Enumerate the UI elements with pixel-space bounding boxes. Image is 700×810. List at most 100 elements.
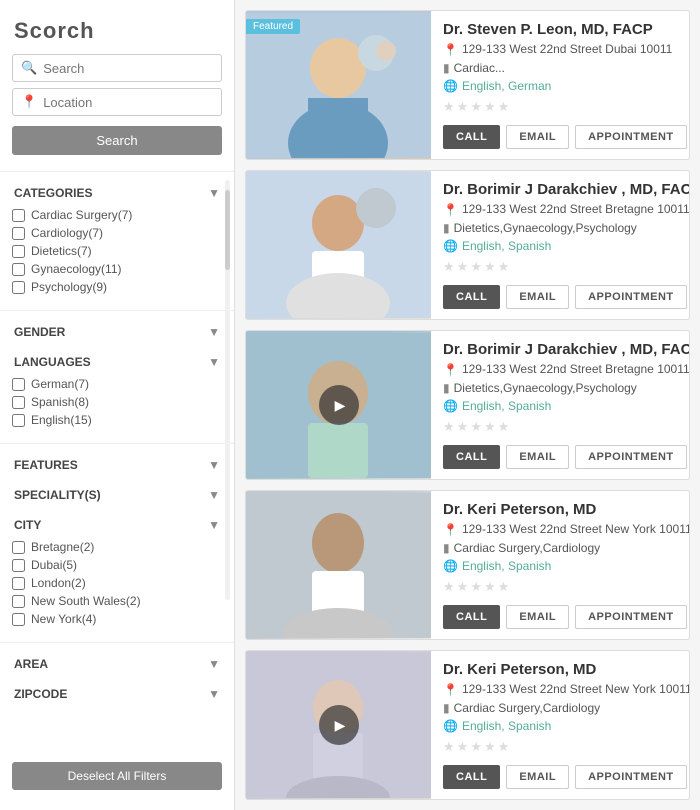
list-item[interactable]: New York(4)	[12, 612, 220, 626]
call-button[interactable]: CALL	[443, 445, 500, 469]
doctor-language: 🌐 English, Spanish	[443, 239, 690, 253]
spanish-checkbox[interactable]	[12, 396, 25, 409]
star-5: ★	[498, 419, 510, 435]
city-chevron: ▼	[208, 518, 220, 532]
list-item[interactable]: Cardiology(7)	[12, 226, 220, 240]
doctor-address: 📍 129-133 West 22nd Street Dubai 10011	[443, 42, 690, 57]
categories-label: CATEGORIES	[14, 186, 92, 200]
doctor-language: 🌐 English, Spanish	[443, 399, 690, 413]
email-button[interactable]: EMAIL	[506, 765, 569, 789]
appointment-button[interactable]: APPOINTMENT	[575, 125, 687, 149]
email-button[interactable]: EMAIL	[506, 605, 569, 629]
list-item[interactable]: Bretagne(2)	[12, 540, 220, 554]
email-button[interactable]: EMAIL	[506, 285, 569, 309]
london-label: London(2)	[31, 576, 86, 590]
speciality-section-header[interactable]: SPECIALITY(S) ▼	[0, 478, 234, 508]
tag-icon: ▮	[443, 381, 450, 395]
search-box[interactable]: 🔍	[12, 54, 222, 82]
bretagne-checkbox[interactable]	[12, 541, 25, 554]
list-item[interactable]: Psychology(9)	[12, 280, 220, 294]
area-label: AREA	[14, 657, 48, 671]
city-section-header[interactable]: CITY ▼	[0, 508, 234, 538]
doctor-language: 🌐 English, Spanish	[443, 559, 690, 573]
doctor-specialty: ▮ Dietetics,Gynaecology,Psychology	[443, 221, 690, 235]
star-2: ★	[457, 579, 469, 595]
bretagne-label: Bretagne(2)	[31, 540, 94, 554]
list-item[interactable]: Cardiac Surgery(7)	[12, 208, 220, 222]
doctor-photo	[246, 651, 431, 799]
globe-icon: 🌐	[443, 399, 458, 413]
call-button[interactable]: CALL	[443, 125, 500, 149]
cardiac-surgery-checkbox[interactable]	[12, 209, 25, 222]
doctor-card: Dr. Borimir J Darakchiev , MD, FACP 📍 12…	[245, 170, 690, 320]
cardiology-checkbox[interactable]	[12, 227, 25, 240]
appointment-button[interactable]: APPOINTMENT	[575, 605, 687, 629]
list-item[interactable]: London(2)	[12, 576, 220, 590]
list-item[interactable]: Spanish(8)	[12, 395, 220, 409]
categories-chevron: ▼	[208, 186, 220, 200]
list-item[interactable]: German(7)	[12, 377, 220, 391]
area-section-header[interactable]: AREA ▼	[0, 647, 234, 677]
features-section-header[interactable]: FEATURES ▼	[0, 448, 234, 478]
new-south-wales-checkbox[interactable]	[12, 595, 25, 608]
scrollbar-thumb[interactable]	[225, 190, 230, 270]
list-item[interactable]: Gynaecology(11)	[12, 262, 220, 276]
appointment-button[interactable]: APPOINTMENT	[575, 765, 687, 789]
english-label: English(15)	[31, 413, 92, 427]
play-button[interactable]	[319, 705, 359, 745]
doctor-card: Featured Dr. Steven P. Leon, MD, FACP 📍 …	[245, 10, 690, 160]
doctor-info: Dr. Borimir J Darakchiev , MD, FACP 📍 12…	[431, 331, 690, 479]
play-button[interactable]	[319, 385, 359, 425]
star-4: ★	[484, 99, 496, 115]
list-item[interactable]: Dubai(5)	[12, 558, 220, 572]
languages-section-header[interactable]: LANGUAGES ▼	[0, 345, 234, 375]
call-button[interactable]: CALL	[443, 765, 500, 789]
speciality-label: SPECIALITY(S)	[14, 488, 101, 502]
london-checkbox[interactable]	[12, 577, 25, 590]
tag-icon: ▮	[443, 221, 450, 235]
categories-list: Cardiac Surgery(7) Cardiology(7) Dieteti…	[0, 206, 234, 306]
search-button[interactable]: Search	[12, 126, 222, 155]
zipcode-chevron: ▼	[208, 687, 220, 701]
gender-section-header[interactable]: GENDER ▼	[0, 315, 234, 345]
location-box[interactable]: 📍	[12, 88, 222, 116]
new-york-checkbox[interactable]	[12, 613, 25, 626]
dietetics-checkbox[interactable]	[12, 245, 25, 258]
english-checkbox[interactable]	[12, 414, 25, 427]
deselect-all-button[interactable]: Deselect All Filters	[12, 762, 222, 790]
star-3: ★	[470, 99, 482, 115]
categories-section-header[interactable]: CATEGORIES ▼	[0, 176, 234, 206]
psychology-checkbox[interactable]	[12, 281, 25, 294]
doctor-info: Dr. Keri Peterson, MD 📍 129-133 West 22n…	[431, 491, 690, 639]
location-icon: 📍	[21, 94, 37, 110]
email-button[interactable]: EMAIL	[506, 445, 569, 469]
doctor-language: 🌐 English, Spanish	[443, 719, 690, 733]
search-input[interactable]	[43, 61, 213, 76]
star-1: ★	[443, 579, 455, 595]
list-item[interactable]: New South Wales(2)	[12, 594, 220, 608]
call-button[interactable]: CALL	[443, 285, 500, 309]
appointment-button[interactable]: APPOINTMENT	[575, 285, 687, 309]
appointment-button[interactable]: APPOINTMENT	[575, 445, 687, 469]
star-2: ★	[457, 259, 469, 275]
email-button[interactable]: EMAIL	[506, 125, 569, 149]
star-4: ★	[484, 419, 496, 435]
doctor-photo: Featured	[246, 11, 431, 159]
list-item[interactable]: Dietetics(7)	[12, 244, 220, 258]
doctor-card: Dr. Keri Peterson, MD 📍 129-133 West 22n…	[245, 650, 690, 800]
features-label: FEATURES	[14, 458, 78, 472]
spanish-label: Spanish(8)	[31, 395, 89, 409]
zipcode-section-header[interactable]: ZIPCODE ▼	[0, 677, 234, 707]
dubai-checkbox[interactable]	[12, 559, 25, 572]
list-item[interactable]: English(15)	[12, 413, 220, 427]
star-3: ★	[470, 259, 482, 275]
doctor-name: Dr. Steven P. Leon, MD, FACP	[443, 21, 690, 38]
german-checkbox[interactable]	[12, 378, 25, 391]
star-4: ★	[484, 259, 496, 275]
call-button[interactable]: CALL	[443, 605, 500, 629]
gynaecology-checkbox[interactable]	[12, 263, 25, 276]
scrollbar-track[interactable]	[225, 180, 230, 600]
doctor-specialty: ▮ Cardiac Surgery,Cardiology	[443, 541, 690, 555]
star-1: ★	[443, 259, 455, 275]
location-input[interactable]	[43, 95, 213, 110]
